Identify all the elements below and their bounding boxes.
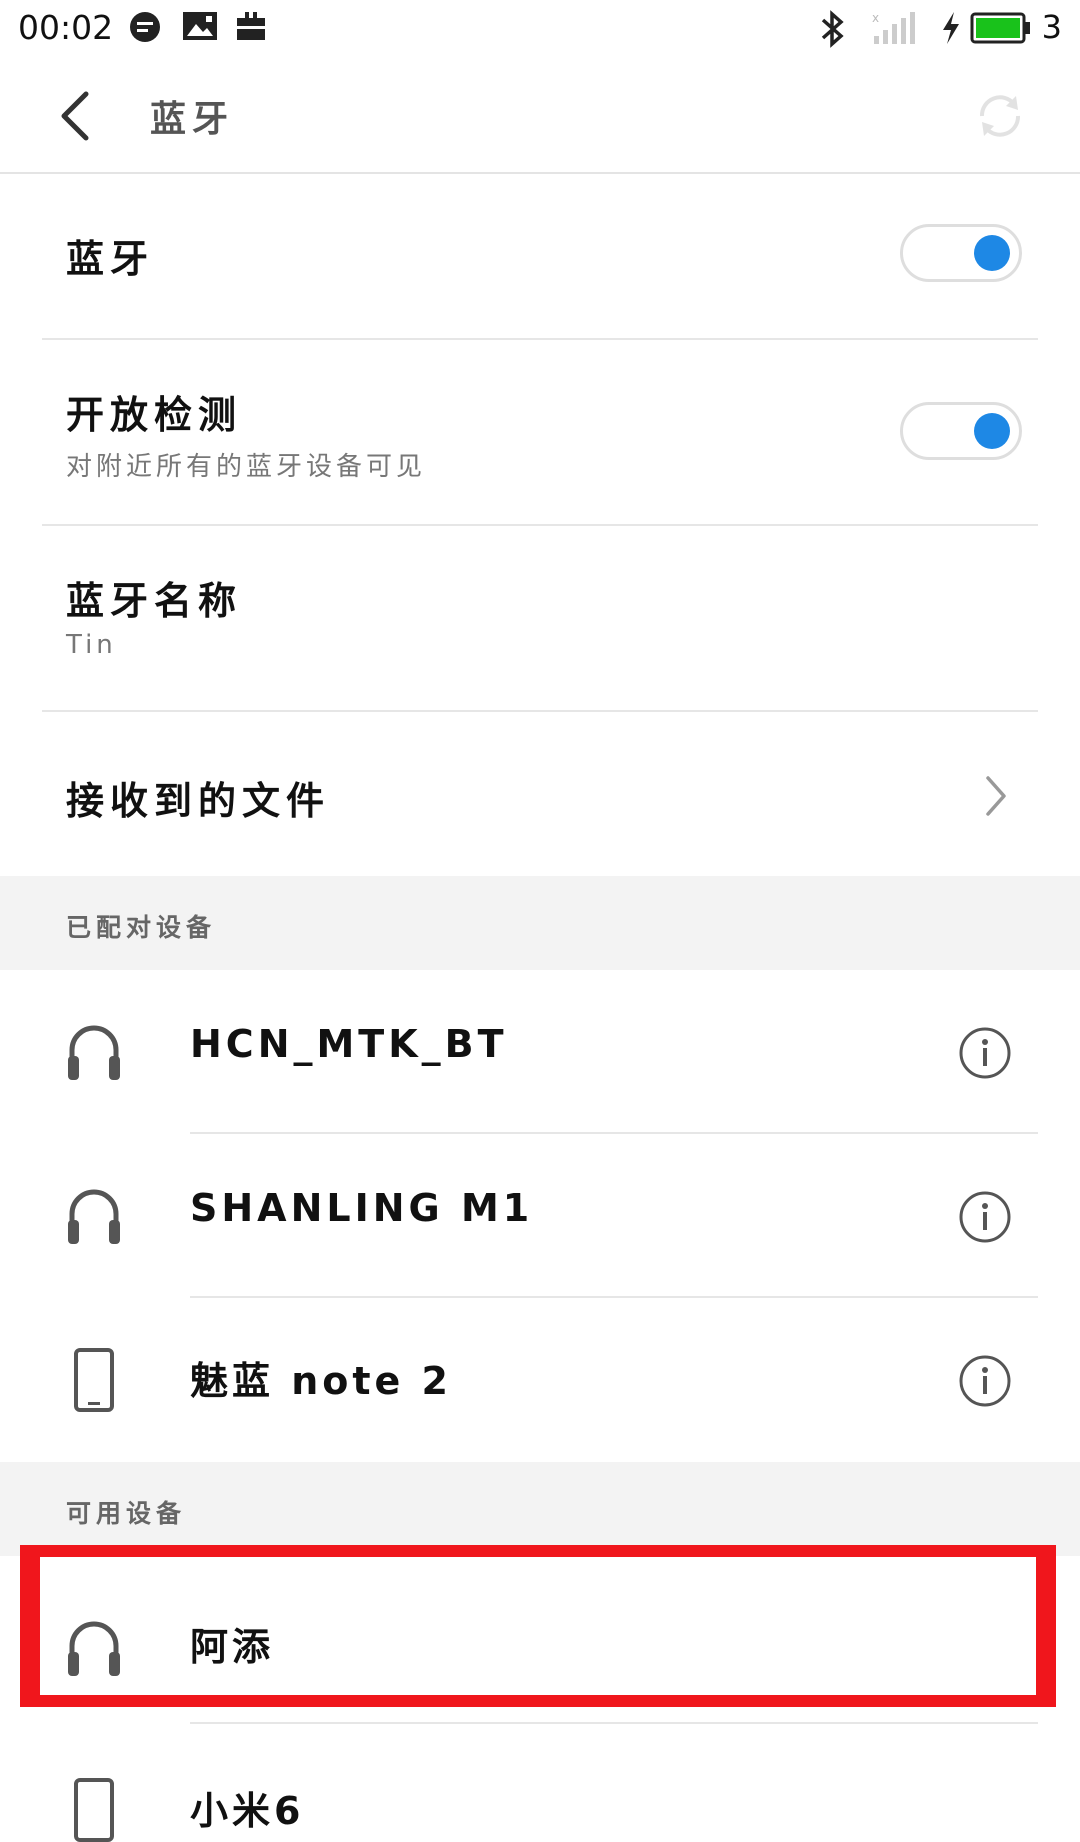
received-files-row[interactable]: 接收到的文件 bbox=[0, 712, 1080, 876]
paired-section-header: 已配对设备 bbox=[0, 876, 1080, 970]
image-icon bbox=[183, 12, 217, 40]
info-icon[interactable] bbox=[958, 1190, 1012, 1244]
message-icon bbox=[130, 12, 160, 42]
battery-icon bbox=[970, 12, 1030, 44]
headphones-icon bbox=[68, 1189, 120, 1244]
device-name: 魅蓝 note 2 bbox=[190, 1359, 452, 1403]
device-name-label: 蓝牙名称 bbox=[66, 579, 243, 623]
paired-device-row[interactable]: 魅蓝 note 2 bbox=[0, 1298, 1080, 1462]
discoverable-row[interactable]: 开放检测 对附近所有的蓝牙设备可见 bbox=[0, 340, 1080, 526]
briefcase-icon bbox=[237, 12, 265, 40]
signal-icon: x bbox=[872, 11, 915, 44]
bluetooth-toggle-row[interactable]: 蓝牙 bbox=[0, 174, 1080, 340]
device-name: HCN_MTK_BT bbox=[190, 1022, 508, 1066]
status-time: 00:02 bbox=[18, 8, 114, 47]
headphones-icon bbox=[68, 1025, 120, 1080]
chevron-right-icon bbox=[986, 776, 1006, 816]
paired-device-row[interactable]: HCN_MTK_BT bbox=[0, 970, 1080, 1134]
device-name: 小米6 bbox=[190, 1789, 305, 1833]
paired-section-label: 已配对设备 bbox=[66, 913, 217, 942]
svg-text:x: x bbox=[872, 11, 879, 25]
bluetooth-label: 蓝牙 bbox=[66, 237, 155, 281]
bluetooth-icon bbox=[821, 10, 844, 48]
battery-percent: 3 bbox=[1041, 8, 1062, 46]
available-device-row[interactable]: 小米6 bbox=[0, 1724, 1080, 1842]
nav-bar: 蓝牙 bbox=[0, 58, 1080, 174]
phone-icon bbox=[74, 1348, 114, 1412]
received-files-label: 接收到的文件 bbox=[66, 779, 331, 823]
charging-icon bbox=[943, 12, 959, 44]
paired-device-row[interactable]: SHANLING M1 bbox=[0, 1134, 1080, 1298]
discoverable-label: 开放检测 bbox=[66, 393, 243, 437]
info-icon[interactable] bbox=[958, 1354, 1012, 1408]
available-section-label: 可用设备 bbox=[66, 1499, 187, 1528]
refresh-icon[interactable] bbox=[972, 88, 1028, 144]
discoverable-toggle[interactable] bbox=[900, 402, 1022, 460]
toggle-knob bbox=[974, 235, 1010, 271]
back-arrow-icon[interactable] bbox=[52, 86, 102, 146]
toggle-knob bbox=[974, 413, 1010, 449]
status-bar: 00:02 x 3 bbox=[0, 0, 1080, 58]
device-name-value: Tin bbox=[66, 630, 117, 660]
page-title: 蓝牙 bbox=[150, 99, 235, 140]
phone-icon bbox=[74, 1778, 114, 1842]
info-icon[interactable] bbox=[958, 1026, 1012, 1080]
highlight-box bbox=[20, 1545, 1056, 1707]
device-name-row[interactable]: 蓝牙名称 Tin bbox=[0, 526, 1080, 712]
discoverable-subtitle: 对附近所有的蓝牙设备可见 bbox=[66, 452, 427, 482]
device-name: SHANLING M1 bbox=[190, 1186, 534, 1230]
bluetooth-toggle[interactable] bbox=[900, 224, 1022, 282]
available-section-header: 可用设备 bbox=[0, 1462, 1080, 1556]
